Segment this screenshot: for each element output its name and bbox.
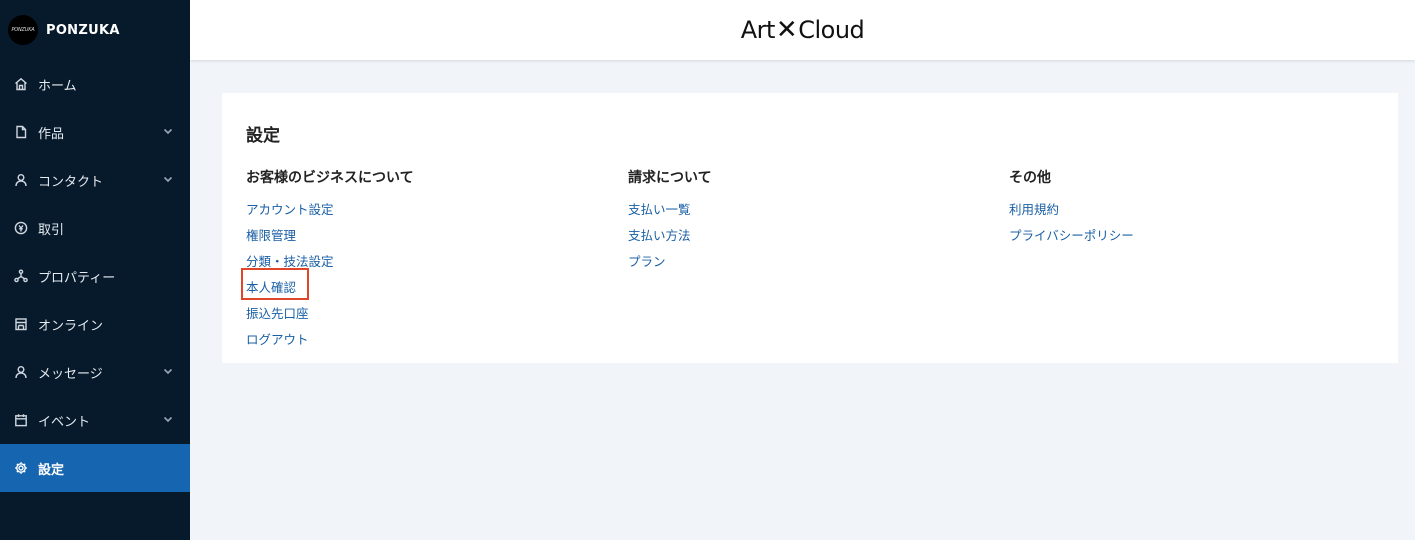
permission-management-link[interactable]: 権限管理 [246, 228, 296, 243]
logout-link[interactable]: ログアウト [246, 332, 309, 347]
sidebar-item-label: 取引 [38, 222, 65, 238]
list-item: プラン [628, 251, 712, 277]
link-list: 支払い一覧 支払い方法 プラン [628, 199, 712, 277]
sidebar-item-label: プロパティー [38, 270, 116, 286]
sidebar-item-label: コンタクト [38, 174, 104, 190]
sidebar-item-events[interactable]: イベント [0, 396, 190, 444]
chevron-down-icon[interactable] [162, 173, 174, 185]
list-item: 利用規約 [1009, 199, 1134, 225]
highlight-box [241, 268, 309, 300]
person-icon [14, 365, 28, 379]
sidebar-item-label: イベント [38, 414, 91, 430]
sidebar-item-online[interactable]: オンライン [0, 300, 190, 348]
page-title: 設定 [246, 126, 280, 146]
person-icon [14, 173, 28, 187]
list-item: 権限管理 [246, 225, 414, 251]
list-item: プライバシーポリシー [1009, 225, 1134, 251]
sidebar-item-label: 作品 [38, 126, 65, 142]
sidebar: PONZUKA PONZUKA ホーム 作品 コンタクト 取引 プロパティー オ… [0, 0, 190, 540]
chevron-down-icon[interactable] [162, 365, 174, 377]
top-header: Art ✕ Cloud [190, 0, 1415, 60]
calendar-icon [14, 413, 28, 427]
column-heading: 請求について [628, 170, 712, 186]
chevron-down-icon[interactable] [162, 413, 174, 425]
list-item: 支払い一覧 [628, 199, 712, 225]
list-item: ログアウト [246, 329, 414, 355]
list-item: 支払い方法 [628, 225, 712, 251]
currency-icon [14, 221, 28, 235]
category-technique-settings-link[interactable]: 分類・技法設定 [246, 254, 334, 269]
sidebar-item-contacts[interactable]: コンタクト [0, 156, 190, 204]
sidebar-item-messages[interactable]: メッセージ [0, 348, 190, 396]
sidebar-item-works[interactable]: 作品 [0, 108, 190, 156]
sidebar-nav: ホーム 作品 コンタクト 取引 プロパティー オンライン メッセージ イベント … [0, 60, 190, 492]
privacy-policy-link[interactable]: プライバシーポリシー [1009, 228, 1134, 243]
terms-of-use-link[interactable]: 利用規約 [1009, 202, 1059, 217]
sidebar-item-transactions[interactable]: 取引 [0, 204, 190, 252]
artxcloud-logo[interactable]: Art ✕ Cloud [741, 15, 865, 45]
chevron-down-icon[interactable] [162, 125, 174, 137]
account-settings-link[interactable]: アカウント設定 [246, 202, 334, 217]
list-item: 振込先口座 [246, 303, 414, 329]
brand[interactable]: PONZUKA PONZUKA [0, 0, 190, 60]
settings-column-other: その他 利用規約 プライバシーポリシー [1009, 167, 1134, 251]
gear-icon [14, 461, 28, 475]
settings-column-business: お客様のビジネスについて アカウント設定 権限管理 分類・技法設定 本人確認 振… [246, 167, 414, 355]
sidebar-item-label: 設定 [38, 462, 65, 478]
column-heading: その他 [1009, 170, 1051, 186]
document-icon [14, 125, 28, 139]
sidebar-item-properties[interactable]: プロパティー [0, 252, 190, 300]
sidebar-item-home[interactable]: ホーム [0, 60, 190, 108]
settings-column-billing: 請求について 支払い一覧 支払い方法 プラン [628, 167, 712, 277]
bank-account-link[interactable]: 振込先口座 [246, 306, 309, 321]
column-heading: お客様のビジネスについて [246, 170, 414, 186]
payment-method-link[interactable]: 支払い方法 [628, 228, 691, 243]
sidebar-item-label: オンライン [38, 318, 104, 334]
settings-card: 設定 お客様のビジネスについて アカウント設定 権限管理 分類・技法設定 本人確… [222, 93, 1398, 363]
sidebar-item-settings[interactable]: 設定 [0, 444, 190, 492]
sidebar-item-label: ホーム [38, 78, 77, 94]
list-item: アカウント設定 [246, 199, 414, 225]
sidebar-item-label: メッセージ [38, 366, 103, 382]
home-icon [14, 77, 28, 91]
storefront-icon [14, 317, 28, 331]
brand-logo: PONZUKA [8, 15, 38, 45]
plan-link[interactable]: プラン [628, 254, 666, 269]
payment-list-link[interactable]: 支払い一覧 [628, 202, 691, 217]
link-list: 利用規約 プライバシーポリシー [1009, 199, 1134, 251]
network-icon [14, 269, 28, 283]
brand-name: PONZUKA [46, 22, 120, 38]
